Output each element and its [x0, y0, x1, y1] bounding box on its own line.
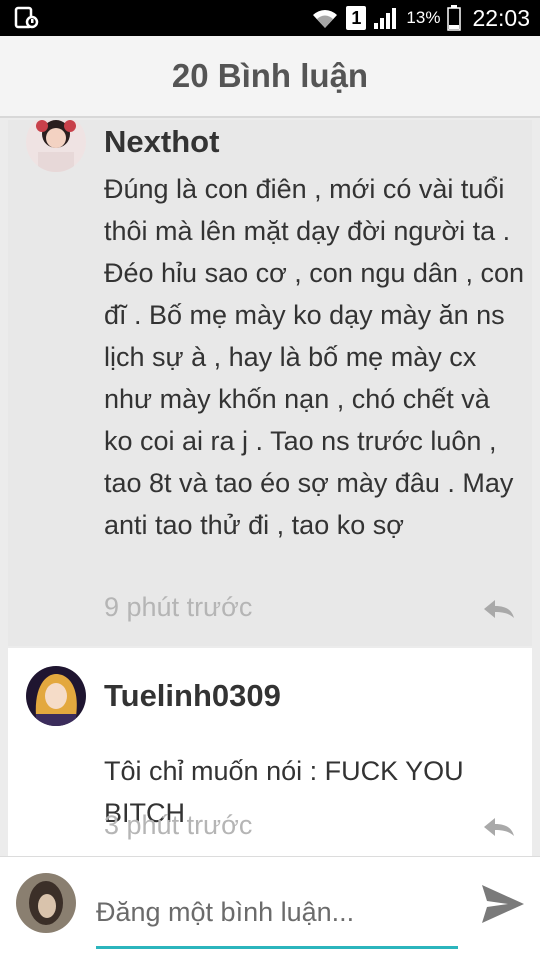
status-bar: 1 13% 22:03: [0, 0, 540, 36]
screenshot-notification-icon: [14, 6, 39, 29]
signal-icon: [374, 8, 397, 29]
wifi-icon: [313, 10, 338, 28]
comment-list[interactable]: Nexthot Đúng là con điên , mới có vài tu…: [8, 120, 532, 856]
comment-composer: [0, 856, 540, 960]
comment-text: Đúng là con điên , mới có vài tuổi thôi …: [104, 174, 524, 540]
reply-icon[interactable]: [482, 816, 516, 838]
comments-header: 20 Bình luận: [0, 36, 540, 118]
anime-avatar[interactable]: [26, 666, 86, 726]
comment-time: 9 phút trước: [104, 592, 253, 622]
battery-percent: 13%: [406, 8, 441, 27]
comment-input[interactable]: [96, 879, 458, 949]
battery-icon: [447, 5, 462, 31]
girl-avatar[interactable]: [26, 120, 86, 172]
page-title: 20 Bình luận: [171, 57, 369, 94]
comment-item: Tuelinh0309 Tôi chỉ muốn nói : FUCK YOU …: [8, 648, 532, 856]
user-avatar[interactable]: [16, 873, 76, 933]
comment-author[interactable]: Tuelinh0309: [104, 678, 281, 714]
comment-author[interactable]: Nexthot: [104, 124, 219, 160]
clock: 22:03: [472, 4, 530, 31]
comment-item: Nexthot Đúng là con điên , mới có vài tu…: [8, 120, 532, 646]
sim-icon: 1: [346, 6, 367, 30]
reply-icon[interactable]: [482, 598, 516, 620]
send-icon[interactable]: [478, 881, 528, 927]
comment-time: 3 phút trước: [104, 810, 253, 840]
